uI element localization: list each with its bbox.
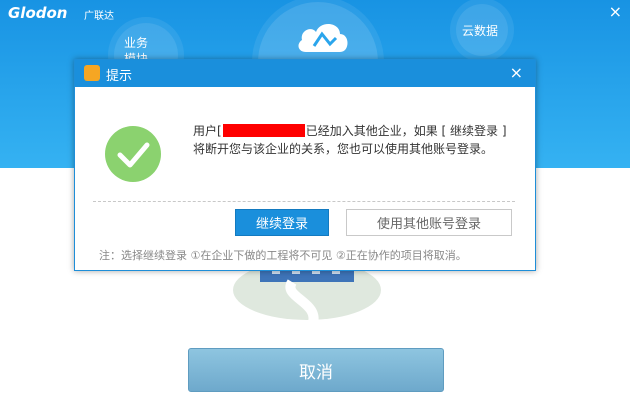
app-logo-subtitle: 广联达	[84, 11, 114, 22]
other-account-login-button[interactable]: 使用其他账号登录	[346, 209, 512, 236]
message-line2: 将断开您与该企业的关系，您也可以使用其他账号登录。	[193, 142, 494, 156]
continue-login-button[interactable]: 继续登录	[235, 209, 329, 236]
cloud-icon	[298, 23, 348, 52]
cancel-button[interactable]: 取消	[188, 348, 444, 392]
app-logo: Glodon	[8, 4, 68, 22]
success-check-icon	[105, 126, 161, 182]
background-illustration	[233, 268, 381, 328]
cloud-data-label: 云数据	[462, 24, 499, 38]
app-icon	[84, 65, 100, 81]
dialog-message: 用户[ 已经加入其他企业，如果 [ 继续登录 ] 将断开您与该企业的关系，您也可以…	[193, 122, 523, 158]
dialog-close-icon[interactable]: ×	[510, 63, 523, 82]
message-line1-start: 用户[	[193, 124, 222, 138]
business-module-label: 业务	[124, 36, 149, 50]
window-close-icon[interactable]: ×	[609, 2, 622, 21]
dialog-title: 提示	[106, 69, 133, 84]
dialog-title-bar: 提示 ×	[75, 60, 535, 87]
redacted-username	[222, 124, 305, 137]
dialog-divider	[93, 201, 515, 202]
message-line1-end: 已经加入其他企业，如果 [ 继续登录 ]	[305, 124, 507, 138]
dialog-note: 注：选择继续登录 ①在企业下做的工程将不可见 ②正在协作的项目将取消。	[99, 249, 467, 262]
prompt-dialog: 提示 × 用户[ 已经加入其他企业，如果 [ 继续登录 ] 将断开您与该企业的关系…	[74, 59, 536, 271]
